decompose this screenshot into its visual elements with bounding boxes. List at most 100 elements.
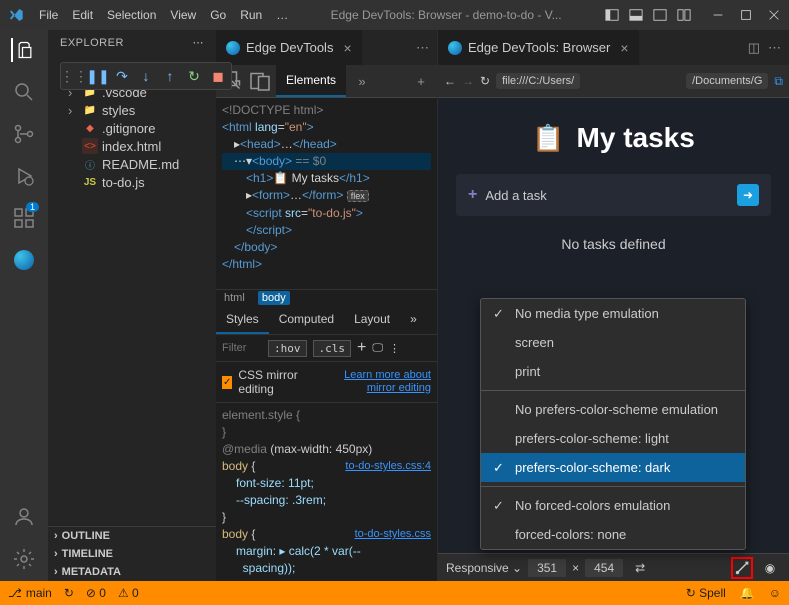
menu-run[interactable]: Run <box>233 8 269 22</box>
styles-tabs-more-icon[interactable]: » <box>400 306 427 334</box>
tab-add-icon[interactable]: + <box>409 69 433 93</box>
debug-stop-icon[interactable]: ◼ <box>207 65 229 87</box>
styles-tab-styles[interactable]: Styles <box>216 306 269 334</box>
browser-toolbar: ← → ↻ file:///C:/Users/ /Documents/G ⧉ <box>438 65 789 98</box>
sync-icon[interactable]: ↻ <box>64 586 74 600</box>
emul-screen[interactable]: screen <box>481 328 745 357</box>
tab-more-icon[interactable]: ⋯ <box>416 40 429 56</box>
edge-icon <box>448 41 462 55</box>
emul-no-scheme[interactable]: No prefers-color-scheme emulation <box>481 395 745 424</box>
elements-tree[interactable]: <!DOCTYPE html> <html lang="en"> ▸<head>… <box>216 98 437 289</box>
emul-print[interactable]: print <box>481 357 745 386</box>
debug-step-over-icon[interactable]: ↷ <box>111 65 133 87</box>
device-height-input[interactable] <box>585 559 623 577</box>
explorer-sidebar: EXPLORER ⋯ ›📁.vscode ›📁styles ◆.gitignor… <box>48 30 216 581</box>
device-toggle-icon[interactable] <box>248 69 272 93</box>
add-task-input[interactable]: + Add a task ➜ <box>456 174 771 216</box>
edge-tools-icon[interactable] <box>12 248 36 272</box>
hov-button[interactable]: :hov <box>268 340 307 357</box>
menu-view[interactable]: View <box>163 8 203 22</box>
emul-scheme-light[interactable]: prefers-color-scheme: light <box>481 424 745 453</box>
tabs-more-icon[interactable]: » <box>350 69 374 93</box>
mirror-learn-link[interactable]: Learn more about mirror editing <box>317 369 431 395</box>
menu-more[interactable]: … <box>269 8 295 22</box>
account-icon[interactable] <box>12 505 36 529</box>
browser-back-icon[interactable]: ← <box>444 74 456 88</box>
url-segment-1[interactable]: file:///C:/Users/ <box>496 73 580 89</box>
emul-no-media[interactable]: No media type emulation <box>481 299 745 328</box>
section-metadata[interactable]: ›METADATA <box>48 563 216 581</box>
browser-reload-icon[interactable]: ↻ <box>480 74 490 88</box>
clipboard-icon: 📋 <box>532 123 564 154</box>
panel-left-icon[interactable] <box>605 8 619 22</box>
layout-icon[interactable] <box>677 8 691 22</box>
file-todo-js[interactable]: JSto-do.js <box>48 173 216 191</box>
explorer-icon[interactable] <box>11 38 35 62</box>
menu-separator <box>481 390 745 391</box>
debug-step-into-icon[interactable]: ↓ <box>135 65 157 87</box>
debug-step-out-icon[interactable]: ↑ <box>159 65 181 87</box>
styles-tab-layout[interactable]: Layout <box>344 306 400 334</box>
submit-arrow-icon[interactable]: ➜ <box>737 184 759 206</box>
debug-drag-icon[interactable]: ⋮⋮ <box>63 65 85 87</box>
styles-more-icon[interactable]: ⋮ <box>389 342 400 355</box>
menu-selection[interactable]: Selection <box>100 8 163 22</box>
file-readme[interactable]: ⓘREADME.md <box>48 155 216 173</box>
emul-scheme-dark[interactable]: prefers-color-scheme: dark <box>481 453 745 482</box>
mirror-checkbox[interactable]: ✓ <box>222 376 232 389</box>
settings-gear-icon[interactable] <box>12 547 36 571</box>
add-plus-icon: + <box>468 186 477 204</box>
section-timeline[interactable]: ›TIMELINE <box>48 545 216 563</box>
tab-edge-devtools[interactable]: Edge DevTools × <box>216 30 363 65</box>
notifications-icon[interactable]: 🔔 <box>740 586 755 600</box>
debug-restart-icon[interactable]: ↻ <box>183 65 205 87</box>
url-segment-2[interactable]: /Documents/G <box>686 73 768 89</box>
tab-elements[interactable]: Elements <box>276 65 346 97</box>
menu-file[interactable]: File <box>32 8 65 22</box>
device-width-input[interactable] <box>528 559 566 577</box>
branch-indicator[interactable]: ⎇main <box>8 586 52 600</box>
menu-edit[interactable]: Edit <box>65 8 100 22</box>
minimize-icon[interactable] <box>711 8 725 22</box>
file-gitignore[interactable]: ◆.gitignore <box>48 119 216 137</box>
file-index-html[interactable]: <>index.html <box>48 137 216 155</box>
cls-button[interactable]: .cls <box>313 340 352 357</box>
title-bar: File Edit Selection View Go Run … Edge D… <box>0 0 789 30</box>
tab-close-icon[interactable]: × <box>343 40 351 56</box>
search-icon[interactable] <box>12 80 36 104</box>
open-devtools-icon[interactable]: ⧉ <box>774 74 783 89</box>
close-icon[interactable] <box>767 8 781 22</box>
folder-styles[interactable]: ›📁styles <box>48 101 216 119</box>
tab-more-icon[interactable]: ⋯ <box>768 40 781 56</box>
browser-forward-icon[interactable]: → <box>462 74 474 88</box>
feedback-icon[interactable]: ☺ <box>769 586 781 600</box>
menu-go[interactable]: Go <box>203 8 233 22</box>
spell-indicator[interactable]: ↻ Spell <box>686 586 726 600</box>
emulation-toggle-icon[interactable] <box>731 557 753 579</box>
panel-bottom-icon[interactable] <box>629 8 643 22</box>
panel-right-icon[interactable] <box>653 8 667 22</box>
debug-pause-icon[interactable]: ❚❚ <box>87 65 109 87</box>
rotate-icon[interactable]: ⇄ <box>629 557 651 579</box>
tab-edge-browser[interactable]: Edge DevTools: Browser × <box>438 30 640 65</box>
explorer-more-icon[interactable]: ⋯ <box>193 36 205 49</box>
run-debug-icon[interactable] <box>12 164 36 188</box>
visibility-icon[interactable]: ◉ <box>759 557 781 579</box>
debug-toolbar[interactable]: ⋮⋮ ❚❚ ↷ ↓ ↑ ↻ ◼ <box>60 62 232 90</box>
device-mode-dropdown[interactable]: Responsive ⌄ <box>446 561 522 575</box>
elements-breadcrumb[interactable]: html body <box>216 289 437 306</box>
errors-indicator[interactable]: ⊘ 0 <box>86 586 106 600</box>
source-control-icon[interactable] <box>12 122 36 146</box>
styles-filter-input[interactable] <box>222 342 262 354</box>
styles-rules[interactable]: element.style { } @media (max-width: 450… <box>216 403 437 581</box>
emul-forced-none[interactable]: forced-colors: none <box>481 520 745 549</box>
new-rule-icon[interactable]: + <box>357 339 366 357</box>
tab-close-icon[interactable]: × <box>620 40 628 56</box>
maximize-icon[interactable] <box>739 8 753 22</box>
styles-tab-computed[interactable]: Computed <box>269 306 344 334</box>
emul-no-forced[interactable]: No forced-colors emulation <box>481 491 745 520</box>
warnings-indicator[interactable]: ⚠ 0 <box>118 586 139 600</box>
split-editor-icon[interactable]: ◫ <box>748 40 760 56</box>
styles-device-icon[interactable]: 🖵 <box>372 342 383 355</box>
section-outline[interactable]: ›OUTLINE <box>48 527 216 545</box>
